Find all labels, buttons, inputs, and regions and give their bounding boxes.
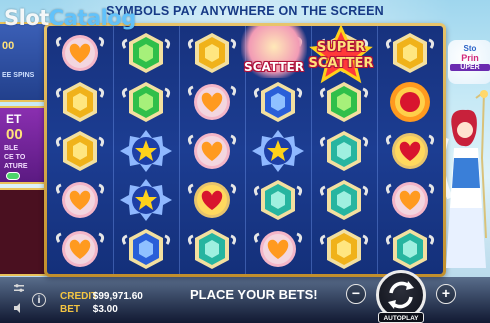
symbol-star-blue (113, 126, 179, 175)
symbol-gem-teal (245, 175, 311, 224)
heart-pink-icon (187, 84, 237, 120)
right-side-panel: Sto Prin UPER (446, 22, 490, 292)
super-scatter-label-2: SCATTER (308, 56, 374, 71)
symbol-gem-yellow (311, 224, 377, 273)
reel-grid: SCATTER SUPER SCATTER (47, 26, 443, 274)
symbol-gem-teal (311, 175, 377, 224)
gem-yellow-icon (319, 229, 369, 269)
symbol-heart-red (179, 175, 245, 224)
princess-character (446, 89, 488, 268)
bet-label: BET (60, 304, 80, 315)
heart-pink-icon (55, 182, 105, 218)
info-icon[interactable]: i (32, 293, 46, 307)
free-spins-label: EE SPINS (2, 72, 35, 79)
ante-amount: 00 (2, 40, 15, 52)
gem-teal-icon (253, 180, 303, 220)
credit-label: CREDIT (60, 291, 98, 302)
symbol-gem-yellow (47, 77, 113, 126)
bet-amount: 00 (6, 126, 23, 143)
gem-blue-icon (121, 229, 171, 269)
super-scatter-label-1: SUPER (316, 40, 366, 55)
symbol-heart-pink (179, 126, 245, 175)
gem-teal-icon (319, 131, 369, 171)
scatter-label: SCATTER (244, 60, 304, 74)
decrease-bet-button[interactable]: − (346, 284, 366, 304)
symbol-gem-teal (179, 224, 245, 273)
status-message: PLACE YOUR BETS! (190, 287, 318, 302)
star-blue-icon (120, 179, 172, 221)
credit-value: $99,971.60 (92, 291, 143, 302)
star-blue-icon (120, 130, 172, 172)
gem-yellow-icon (55, 131, 105, 171)
symbol-heart-pink (47, 224, 113, 273)
game-logo: Sto Prin UPER (448, 40, 490, 84)
gem-yellow-icon (55, 82, 105, 122)
gem-yellow-icon (385, 33, 435, 73)
autoplay-button[interactable]: AUTOPLAY (378, 312, 424, 323)
symbol-gem-green (113, 77, 179, 126)
symbol-star-blue (113, 175, 179, 224)
settings-icon[interactable] (12, 281, 26, 295)
game-logo-line2: Prin (461, 53, 479, 63)
symbol-gem-green (113, 28, 179, 77)
watermark-part2: Catalog (48, 6, 136, 30)
symbol-star-blue (245, 126, 311, 175)
gem-yellow-icon (187, 33, 237, 73)
symbol-heart-red (377, 126, 443, 175)
symbol-gem-blue (245, 77, 311, 126)
heart-pink-icon (55, 231, 105, 267)
symbol-heart-pink (377, 175, 443, 224)
heart-red-icon (187, 182, 237, 218)
bet-description: BLE CE TO ATURE (4, 145, 28, 170)
heart-pink-icon (385, 182, 435, 218)
sun-red-icon (390, 82, 430, 122)
symbol-gem-yellow (179, 28, 245, 77)
sound-icon[interactable] (12, 301, 26, 315)
double-chance-toggle[interactable] (6, 172, 20, 180)
symbol-gem-teal (377, 224, 443, 273)
symbol-heart-pink (47, 28, 113, 77)
symbol-sun-red (377, 77, 443, 126)
symbol-heart-pink (179, 77, 245, 126)
gem-teal-icon (385, 229, 435, 269)
reel-frame: SCATTER SUPER SCATTER (44, 23, 446, 277)
scatter-symbol: SCATTER (241, 26, 307, 78)
symbol-gem-yellow (47, 126, 113, 175)
gem-green-icon (121, 33, 171, 73)
bet-display: BET $3.00 (60, 304, 118, 315)
gem-blue-icon (253, 82, 303, 122)
symbol-heart-pink (47, 175, 113, 224)
game-logo-line3: UPER (450, 64, 490, 71)
heart-pink-icon (55, 35, 105, 71)
watermark-part1: Slot (4, 6, 49, 30)
super-scatter-symbol: SUPER SCATTER (303, 26, 379, 86)
gem-teal-icon (319, 180, 369, 220)
heart-pink-icon (253, 231, 303, 267)
game-logo-line1: Sto (463, 44, 477, 53)
symbol-gem-teal (311, 126, 377, 175)
watermark-logo: SlotCatalog (4, 6, 136, 30)
gem-green-icon (121, 82, 171, 122)
heart-pink-icon (187, 133, 237, 169)
symbol-heart-pink (245, 224, 311, 273)
gem-teal-icon (187, 229, 237, 269)
star-blue-icon (252, 130, 304, 172)
spin-arrows-icon (388, 281, 414, 309)
bet-value: $3.00 (92, 304, 118, 315)
increase-bet-button[interactable]: + (436, 284, 456, 304)
bet-title: ET (6, 112, 22, 126)
symbol-gem-yellow (377, 28, 443, 77)
symbol-gem-blue (113, 224, 179, 273)
credit-display: CREDIT $99,971.60 (60, 291, 143, 302)
heart-red-icon (385, 133, 435, 169)
